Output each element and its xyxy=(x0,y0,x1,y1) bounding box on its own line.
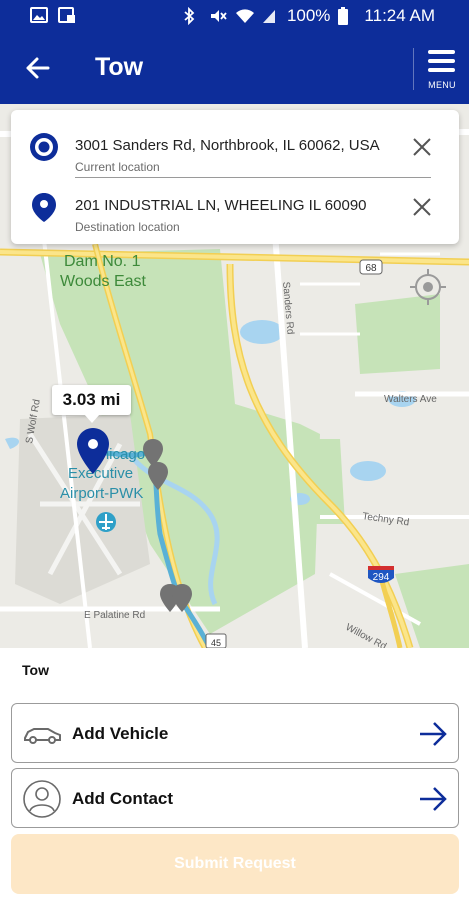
destination-caption: Destination location xyxy=(75,220,180,234)
add-vehicle-button[interactable]: Add Vehicle xyxy=(11,703,459,763)
label-dam: Dam No. 1 xyxy=(64,253,141,270)
label-airport-2: Executive xyxy=(68,465,133,482)
destination-address: 201 INDUSTRIAL LN, WHEELING IL 60090 xyxy=(75,197,367,214)
menu-label: MENU xyxy=(428,80,456,90)
submit-request-button[interactable]: Submit Request xyxy=(11,834,459,894)
signal-icon xyxy=(261,7,279,25)
current-address: 3001 Sanders Rd, Northbrook, IL 60062, U… xyxy=(75,137,380,154)
app-header: Tow MENU xyxy=(0,32,469,104)
clear-current-icon[interactable] xyxy=(409,134,435,160)
destination-pin-icon xyxy=(32,193,56,222)
service-type-label: Tow xyxy=(22,662,49,678)
current-caption: Current location xyxy=(75,160,160,174)
svg-text:68: 68 xyxy=(365,263,377,274)
add-contact-label: Add Contact xyxy=(72,789,174,808)
label-techny: Techny Rd xyxy=(362,511,410,528)
back-arrow-icon xyxy=(26,57,50,79)
clear-destination-icon[interactable] xyxy=(409,194,435,220)
current-location-icon xyxy=(30,133,58,161)
svg-text:294: 294 xyxy=(373,572,390,583)
service-panel: Tow Add Vehicle Add Contact Submit Reque… xyxy=(0,648,469,900)
battery-percent: 100% xyxy=(286,6,331,25)
status-bar: 100% 11:24 AM xyxy=(0,0,469,32)
mute-icon xyxy=(209,7,227,25)
wifi-icon xyxy=(235,7,254,25)
label-walters: Walters Ave xyxy=(384,394,437,405)
destination-row[interactable]: 201 INDUSTRIAL LN, WHEELING IL 60090 Des… xyxy=(11,178,459,240)
page-title: Tow xyxy=(95,53,144,81)
back-button[interactable] xyxy=(20,50,56,86)
person-icon xyxy=(23,780,61,818)
car-icon xyxy=(24,728,61,744)
screenshot-icon xyxy=(58,6,76,24)
menu-divider xyxy=(413,48,414,90)
add-vehicle-label: Add Vehicle xyxy=(72,724,169,743)
battery-icon xyxy=(338,7,356,25)
clock: 11:24 AM xyxy=(364,6,435,25)
add-contact-button[interactable]: Add Contact xyxy=(11,768,459,828)
label-airport-3: Airport-PWK xyxy=(60,485,143,502)
bluetooth-icon xyxy=(183,6,201,26)
current-location-row[interactable]: 3001 Sanders Rd, Northbrook, IL 60062, U… xyxy=(11,118,459,180)
arrow-right-icon xyxy=(420,722,447,746)
route-address-card: 3001 Sanders Rd, Northbrook, IL 60062, U… xyxy=(11,110,459,244)
arrow-right-icon xyxy=(420,787,447,811)
svg-text:45: 45 xyxy=(211,638,221,648)
menu-button[interactable]: MENU xyxy=(420,46,464,94)
airport-icon xyxy=(96,512,116,532)
label-palatine: E Palatine Rd xyxy=(84,610,145,621)
image-icon xyxy=(30,6,48,24)
label-willow: Willow Rd xyxy=(344,622,388,648)
label-woods: Woods East xyxy=(60,273,147,290)
distance-callout: 3.03 mi xyxy=(52,385,131,423)
